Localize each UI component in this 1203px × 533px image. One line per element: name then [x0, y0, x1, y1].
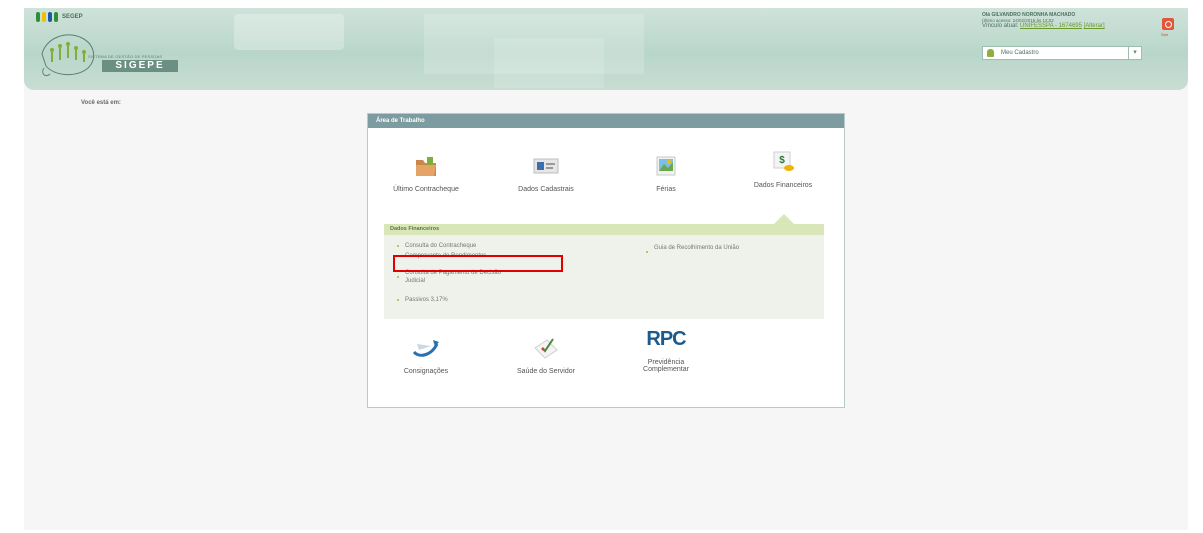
vinculo-link[interactable]: UNIFESSPA - 1674695: [1020, 23, 1082, 29]
vinculo-change-link[interactable]: [Alterar]: [1084, 23, 1105, 29]
system-subtitle: SISTEMA DE GESTÃO DE PESSOAS: [88, 54, 163, 59]
submenu-item-consulta-contracheque[interactable]: Consulta do Contracheque: [397, 242, 535, 250]
checklist-icon: [534, 338, 558, 359]
gov-logo-text: SEGEP: [62, 14, 83, 20]
highlight-box: [393, 255, 563, 272]
exit-button[interactable]: [1162, 18, 1174, 30]
user-info: Olá GILVANDRO NORONHA MACHADO Último ace…: [982, 12, 1162, 29]
tile-saude-servidor[interactable]: Saúde do Servidor: [496, 334, 596, 375]
svg-text:$: $: [779, 155, 785, 166]
gov-mark-icon: [36, 12, 58, 22]
tile-label: Dados Financeiros: [753, 182, 813, 189]
top-header: SEGEP SISTEMA DE GESTÃO DE PESSOAS SIGEP…: [24, 8, 1188, 90]
tile-label: Consignações: [403, 368, 449, 375]
id-card-icon: [533, 158, 559, 174]
tile-consignacoes[interactable]: Consignações: [376, 334, 476, 375]
vinculo-line: Vínculo atual: UNIFESSPA - 1674695 [Alte…: [982, 23, 1162, 29]
bullet-icon: [646, 251, 648, 253]
chevron-down-icon[interactable]: ▾: [1128, 47, 1141, 59]
bullet-icon: [397, 245, 399, 247]
submenu-item-label: Passivos 3,17%: [405, 297, 448, 303]
plane-arrow-icon: [412, 340, 439, 357]
breadcrumb: Você está em:: [81, 100, 121, 106]
rpc-icon: RPC: [646, 328, 686, 350]
tile-dados-financeiros[interactable]: $ Dados Financeiros: [733, 148, 833, 189]
tile-dados-cadastrais[interactable]: Dados Cadastrais: [496, 154, 596, 193]
submenu-body: Consulta do Contracheque Comprovante de …: [384, 235, 824, 319]
money-icon: $: [773, 151, 794, 171]
landscape-photo-icon: [656, 156, 676, 176]
submenu-item-passivos[interactable]: Passivos 3,17%: [397, 296, 535, 304]
submenu-item-guia-recolhimento[interactable]: Guia de Recolhimento da União: [646, 244, 764, 253]
tile-previdencia-complementar[interactable]: RPC Previdência Complementar: [616, 328, 716, 373]
submenu-pointer: [774, 214, 794, 224]
submenu-item-label: Consulta de Pagamento de Decisão Judicia…: [405, 270, 502, 284]
header-decoration: [234, 14, 344, 50]
system-name[interactable]: SIGEPE: [102, 60, 178, 72]
submenu-item-label: Guia de Recolhimento da União: [654, 245, 740, 251]
tile-ferias[interactable]: Férias: [616, 154, 716, 193]
user-icon: [987, 49, 994, 57]
tile-ultimo-contracheque[interactable]: Último Contracheque: [376, 154, 476, 193]
submenu-title: Dados Financeiros: [384, 224, 824, 235]
tile-label: Saúde do Servidor: [517, 368, 575, 375]
profile-select[interactable]: Meu Cadastro ▾: [982, 46, 1142, 60]
bullet-icon: [397, 299, 399, 301]
gov-logo[interactable]: SEGEP: [36, 12, 83, 22]
panel-title: Área de Trabalho: [368, 114, 844, 128]
exit-label: Sair: [1161, 32, 1169, 37]
header-decoration: [494, 38, 604, 88]
tile-label: Último Contracheque: [393, 186, 459, 193]
profile-select-value: Meu Cadastro: [1001, 50, 1039, 56]
submenu-item-label: Consulta do Contracheque: [405, 243, 477, 249]
bullet-icon: [397, 276, 399, 278]
tile-label: Férias: [656, 186, 676, 193]
tile-label: Previdência Complementar: [643, 359, 689, 373]
folder-icon: [416, 157, 436, 176]
tile-label: Dados Cadastrais: [518, 186, 574, 193]
vinculo-label: Vínculo atual:: [982, 23, 1019, 29]
sigepe-emblem-icon: [41, 34, 95, 77]
